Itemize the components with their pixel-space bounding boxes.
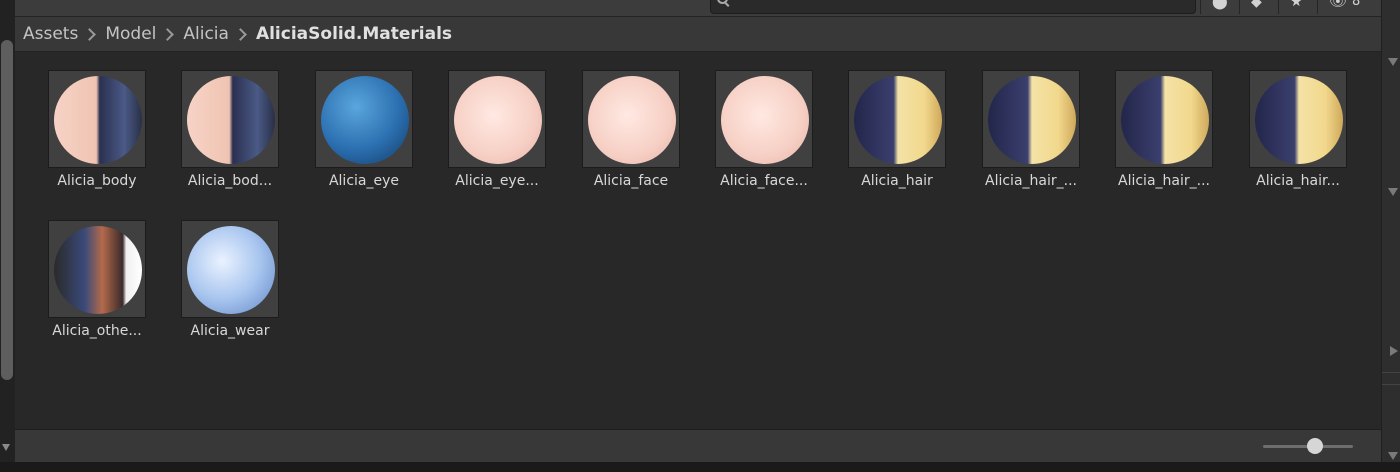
asset-tile[interactable]: Alicia_body [30, 70, 164, 189]
breadcrumb-bar: Assets Model Alicia AliciaSolid.Material… [15, 17, 1381, 52]
divider [1382, 372, 1400, 373]
zoom-slider-thumb[interactable] [1307, 438, 1323, 454]
asset-label: Alicia_hair_... [985, 173, 1077, 189]
breadcrumb-item-current[interactable]: AliciaSolid.Materials [256, 24, 452, 44]
asset-label: Alicia_bod... [187, 173, 273, 189]
material-preview [315, 70, 413, 168]
search-field[interactable] [710, 0, 1196, 14]
filter-by-label-icon: ◆ [1251, 0, 1262, 10]
project-toolbar: ⬤ ◆ ★ 👁 8 [15, 0, 1381, 17]
asset-tile[interactable]: Alicia_hair_... [1097, 70, 1231, 189]
material-sphere-icon [454, 76, 542, 164]
material-sphere-icon [588, 76, 676, 164]
breadcrumb-item-model[interactable]: Model [105, 24, 156, 44]
asset-label: Alicia_hair_... [1118, 173, 1210, 189]
asset-label: Alicia_body [57, 173, 137, 189]
asset-label: Alicia_face [593, 173, 669, 189]
asset-tile[interactable]: Alicia_face [564, 70, 698, 189]
asset-label: Alicia_hair... [1256, 173, 1340, 189]
asset-label: Alicia_wear [190, 323, 270, 339]
asset-label: Alicia_eye... [455, 173, 539, 189]
material-preview [582, 70, 680, 168]
chevron-right-icon [234, 27, 247, 41]
material-sphere-icon [187, 226, 275, 314]
asset-label: Alicia_othe... [52, 323, 142, 339]
material-sphere-icon [187, 76, 275, 164]
material-preview [181, 220, 279, 318]
left-scrollbar-track[interactable] [0, 0, 15, 462]
search-icon [717, 0, 728, 4]
material-preview [715, 70, 813, 168]
favorites-button[interactable]: ★ [1278, 0, 1317, 14]
chevron-right-icon[interactable] [1390, 346, 1398, 356]
material-sphere-icon [988, 76, 1076, 164]
material-sphere-icon [1121, 76, 1209, 164]
material-preview [181, 70, 279, 168]
hidden-packages-button[interactable]: 👁 8 [1317, 0, 1378, 14]
asset-tile[interactable]: Alicia_bod... [163, 70, 297, 189]
asset-tile[interactable]: Alicia_hair [830, 70, 964, 189]
material-preview [1115, 70, 1213, 168]
material-preview [848, 70, 946, 168]
chevron-down-icon[interactable] [1388, 452, 1398, 460]
asset-tile[interactable]: Alicia_othe... [30, 220, 164, 339]
asset-tile[interactable]: Alicia_hair_... [964, 70, 1098, 189]
material-sphere-icon [54, 226, 142, 314]
window-bottom-edge [0, 462, 1400, 472]
asset-tile[interactable]: Alicia_wear [163, 220, 297, 339]
asset-label: Alicia_hair [861, 173, 933, 189]
hidden-packages-icon: 👁 [1329, 0, 1347, 10]
divider [1382, 384, 1400, 385]
material-sphere-icon [1255, 76, 1343, 164]
material-sphere-icon [321, 76, 409, 164]
material-sphere-icon [721, 76, 809, 164]
filter-by-label-button[interactable]: ◆ [1239, 0, 1278, 14]
asset-tile[interactable]: Alicia_hair... [1231, 70, 1365, 189]
asset-label: Alicia_face... [720, 173, 808, 189]
right-side-panel [1381, 0, 1400, 462]
material-sphere-icon [54, 76, 142, 164]
scroll-down-arrow-icon[interactable] [2, 444, 10, 451]
breadcrumb-item-assets[interactable]: Assets [23, 24, 78, 44]
filter-by-type-icon: ⬤ [1212, 0, 1228, 10]
hidden-packages-count: 8 [1352, 0, 1361, 9]
material-preview [982, 70, 1080, 168]
filter-by-type-button[interactable]: ⬤ [1200, 0, 1239, 14]
material-preview [1249, 70, 1347, 168]
chevron-down-icon[interactable] [1388, 58, 1398, 66]
chevron-right-icon [161, 27, 175, 41]
favorites-icon: ★ [1290, 0, 1303, 10]
material-preview [48, 70, 146, 168]
material-sphere-icon [854, 76, 942, 164]
asset-tile[interactable]: Alicia_eye... [430, 70, 564, 189]
asset-tile[interactable]: Alicia_eye [297, 70, 431, 189]
bottom-bar [15, 429, 1381, 463]
asset-tile[interactable]: Alicia_face... [697, 70, 831, 189]
breadcrumb: Assets Model Alicia AliciaSolid.Material… [23, 17, 452, 51]
left-scrollbar-thumb[interactable] [1, 40, 13, 380]
chevron-down-icon[interactable] [1388, 188, 1398, 196]
material-preview [448, 70, 546, 168]
chevron-right-icon [83, 27, 97, 41]
material-preview [48, 220, 146, 318]
breadcrumb-item-alicia[interactable]: Alicia [183, 24, 229, 44]
asset-label: Alicia_eye [328, 173, 400, 189]
asset-grid: Alicia_body Alicia_bod... Alicia_eye Ali… [15, 52, 1381, 428]
